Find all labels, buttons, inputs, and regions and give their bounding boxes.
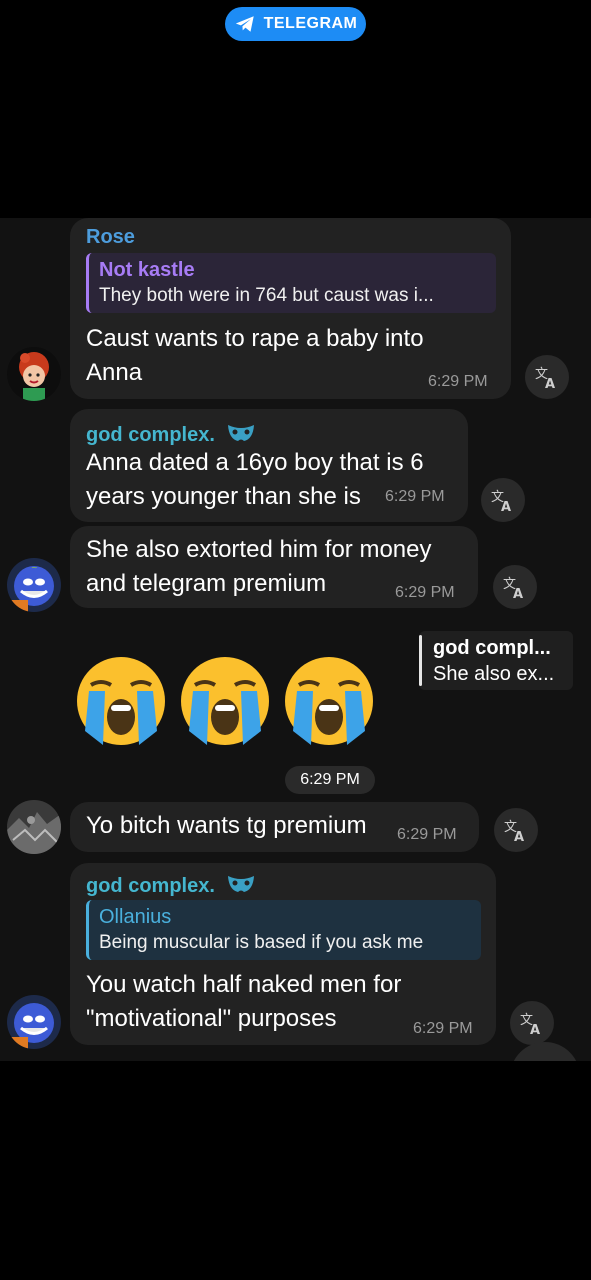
- message-text-line-2: years younger than she is: [86, 483, 361, 510]
- sender-name-text: god complex.: [86, 875, 215, 897]
- reply-preview-card[interactable]: god compl... She also ex...: [419, 631, 573, 690]
- sender-name[interactable]: god complex.: [86, 421, 256, 447]
- reply-text: Being muscular is based if you ask me: [99, 932, 424, 953]
- message-time: 6:29 PM: [413, 1020, 473, 1037]
- message-time: 6:29 PM: [397, 826, 457, 843]
- avatar-troll-image: [7, 995, 61, 1049]
- translate-icon: 文A: [535, 367, 555, 390]
- message-text-line-2: and telegram premium: [86, 570, 327, 597]
- sender-name[interactable]: Rose: [86, 226, 135, 249]
- message-bubble[interactable]: Yo bitch wants tg premium 6:29 PM: [70, 802, 479, 852]
- crying-face-emoji[interactable]: [179, 655, 271, 747]
- loudly-crying-face-icon: [285, 657, 373, 745]
- avatar-rose-image: [7, 347, 61, 401]
- svg-text:A: A: [514, 830, 524, 843]
- svg-text:~: ~: [31, 563, 38, 572]
- translate-button[interactable]: 文A: [481, 478, 525, 522]
- reply-text: They both were in 764 but caust was i...: [99, 285, 434, 306]
- svg-text:A: A: [513, 587, 523, 600]
- message-text-line-2: "motivational" purposes: [86, 1005, 337, 1032]
- reply-quote[interactable]: Not kastle They both were in 764 but cau…: [86, 253, 496, 313]
- message-text-line-1: Yo bitch wants tg premium: [86, 812, 367, 839]
- loudly-crying-face-icon: [181, 657, 269, 745]
- svg-text:A: A: [545, 377, 555, 390]
- translate-button[interactable]: 文A: [525, 355, 569, 399]
- svg-text:A: A: [501, 500, 511, 513]
- message-text-line-2: Anna: [86, 359, 143, 386]
- avatar-god-complex[interactable]: ~: [7, 558, 61, 612]
- avatar-user[interactable]: [7, 800, 61, 854]
- message-bubble-god-complex[interactable]: god complex. Ollanius Being muscular is …: [70, 863, 496, 1045]
- reply-preview-name: god compl...: [433, 637, 551, 659]
- loudly-crying-face-icon: [77, 657, 165, 745]
- translate-button[interactable]: 文A: [510, 1001, 554, 1045]
- message-bubble[interactable]: She also extorted him for money and tele…: [70, 526, 478, 608]
- message-bubble-god-complex[interactable]: god complex. Anna dated a 16yo boy that …: [70, 409, 468, 522]
- message-text-line-1: She also extorted him for money: [86, 536, 432, 563]
- translate-icon: 文A: [503, 577, 523, 600]
- reply-preview-text: She also ex...: [433, 663, 555, 685]
- crying-face-emoji[interactable]: [283, 655, 375, 747]
- venetian-mask-emoji-icon: [228, 425, 255, 441]
- reply-sender-name: Ollanius: [99, 906, 172, 928]
- avatar-rose[interactable]: [7, 347, 61, 401]
- message-time: 6:29 PM: [385, 488, 445, 505]
- sender-name-text: god complex.: [86, 424, 215, 446]
- translate-icon: 文A: [504, 820, 524, 843]
- reply-quote[interactable]: Ollanius Being muscular is based if you …: [86, 900, 481, 960]
- avatar-dark-texture-image: [7, 800, 61, 854]
- time-pill: 6:29 PM: [285, 766, 375, 794]
- venetian-mask-emoji-icon: [228, 876, 255, 892]
- message-text-line-1: You watch half naked men for: [86, 971, 402, 998]
- translate-icon: 文A: [520, 1013, 540, 1036]
- translate-button[interactable]: 文A: [493, 565, 537, 609]
- message-time: 6:29 PM: [395, 584, 455, 601]
- svg-text:A: A: [530, 1023, 540, 1036]
- translate-button[interactable]: 文A: [494, 808, 538, 852]
- message-bubble-rose[interactable]: Rose Not kastle They both were in 764 bu…: [70, 218, 511, 399]
- telegram-badge-label: TELEGRAM: [263, 15, 358, 32]
- avatar-god-complex[interactable]: [7, 995, 61, 1049]
- message-text-line-1: Caust wants to rape a baby into: [86, 325, 424, 352]
- sender-name[interactable]: god complex.: [86, 872, 256, 898]
- message-time: 6:29 PM: [428, 373, 488, 390]
- message-text-line-1: Anna dated a 16yo boy that is 6: [86, 449, 424, 476]
- chat-area[interactable]: Rose Not kastle They both were in 764 bu…: [0, 218, 591, 1061]
- avatar-troll-image: ~: [7, 558, 61, 612]
- crying-face-emoji[interactable]: [75, 655, 167, 747]
- reply-sender-name: Not kastle: [99, 259, 195, 281]
- scroll-down-button[interactable]: [510, 1042, 580, 1061]
- telegram-plane-icon: [235, 16, 254, 32]
- telegram-badge: TELEGRAM: [225, 7, 366, 41]
- translate-icon: 文A: [491, 490, 511, 513]
